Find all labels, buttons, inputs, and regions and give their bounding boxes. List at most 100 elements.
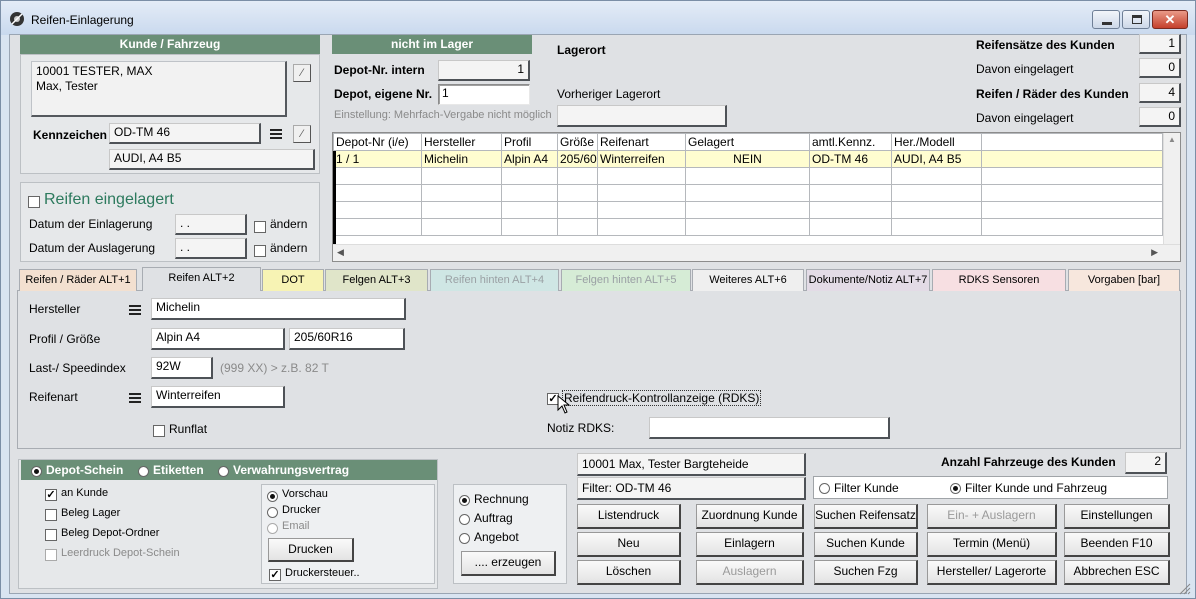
edit-vehicle-icon[interactable]: ⁄ [293,125,311,143]
sets-label: Reifensätze des Kunden [976,38,1115,52]
tab-1[interactable]: Reifen / Räder ALT+1 [19,269,137,291]
resize-grip-icon[interactable] [1177,581,1191,595]
type-label: Reifenart [29,390,78,404]
scroll-up-icon[interactable]: ▲ [1164,133,1180,147]
invoice-radio[interactable] [459,493,470,507]
print-button[interactable]: Drucken [268,538,354,562]
to-customer-checkbox[interactable]: ✓ [45,487,57,501]
depot-slip-radio[interactable] [31,464,42,478]
tab-8[interactable]: Dokumente/Notiz ALT+7 [806,269,930,291]
date-in-change-checkbox[interactable] [254,219,266,233]
to-customer-label: an Kunde [61,487,109,499]
rdks-note-field[interactable] [649,417,890,439]
table-row[interactable] [333,184,1163,202]
rdks-note-label: Notiz RDKS: [547,421,615,435]
stored-checkbox[interactable] [28,194,40,208]
type-field[interactable]: Winterreifen [151,386,285,408]
col-stored[interactable]: Gelagert [685,133,810,151]
tab-4[interactable]: Felgen ALT+3 [325,269,428,291]
col-depot[interactable]: Depot-Nr (i/e) [333,133,422,151]
printer-radio[interactable] [267,505,278,519]
list-print-button[interactable]: Listendruck [577,504,681,529]
size-field[interactable]: 205/60R16 [289,328,405,350]
tab-9[interactable]: RDKS Sensoren [932,269,1066,291]
customer-header: Kunde / Fahrzeug [20,35,320,54]
store-button[interactable]: Einlagern [696,532,804,557]
doc-folder-checkbox[interactable] [45,527,57,541]
tab-6[interactable]: Felgen hinten ALT+5 [561,269,691,291]
find-customer-button[interactable]: Suchen Kunde [814,532,918,557]
list-icon[interactable] [270,128,282,142]
col-plate[interactable]: amtl.Kennz. [809,133,892,151]
tab-5[interactable]: Reifen hinten ALT+4 [430,269,559,291]
filter-customer-vehicle-radio[interactable] [950,481,961,495]
date-out-field[interactable]: . . [175,238,247,259]
minimize-button[interactable] [1092,10,1120,29]
blank-print-checkbox[interactable] [45,547,57,561]
tab-10[interactable]: Vorgaben [bar] [1068,269,1180,291]
col-type[interactable]: Reifenart [597,133,686,151]
depot-internal-field[interactable]: 1 [438,60,530,81]
date-out-change-checkbox[interactable] [254,243,266,257]
doc-store-checkbox[interactable] [45,507,57,521]
close-button[interactable]: ✕ [1152,10,1188,29]
date-in-field[interactable]: . . [175,214,247,235]
find-tire-set-button[interactable]: Suchen Reifensatz [814,504,918,529]
create-button[interactable]: .... erzeugen [461,551,556,576]
vehicle-field[interactable]: AUDI, A4 B5 [109,149,315,170]
new-button[interactable]: Neu [577,532,681,557]
labels-radio[interactable] [138,464,149,478]
index-field[interactable]: 92W [151,357,213,379]
col-size[interactable]: Größe [557,133,598,151]
type-list-icon[interactable] [129,392,141,406]
offer-radio[interactable] [459,531,470,545]
sets-stored-value: 0 [1139,58,1181,78]
table-row[interactable]: 1 / 1 Michelin Alpin A4 205/60 Winterrei… [333,150,1163,168]
profile-field[interactable]: Alpin A4 [151,328,285,350]
assign-customer-button[interactable]: Zuordnung Kunde [696,504,804,529]
order-radio[interactable] [459,512,470,526]
delete-button[interactable]: Löschen [577,560,681,585]
tab-7[interactable]: Weiteres ALT+6 [692,269,804,291]
scroll-left-icon[interactable]: ◀ [337,247,344,258]
scroll-right-icon[interactable]: ▶ [1151,247,1158,258]
customer-address-line2: Max, Tester [36,79,98,93]
find-vehicle-button[interactable]: Suchen Fzg [814,560,918,585]
customer-address-box[interactable]: 10001 TESTER, MAX Max, Tester [31,61,287,117]
vertical-scrollbar[interactable]: ▲ [1163,133,1180,244]
cancel-button[interactable]: Abbrechen ESC [1064,560,1170,585]
tab-3[interactable]: DOT [262,269,324,291]
maker-location-button[interactable]: Hersteller/ Lagerorte [927,560,1057,585]
email-radio[interactable] [267,521,278,535]
quit-button[interactable]: Beenden F10 [1064,532,1170,557]
table-row[interactable] [333,201,1163,219]
col-model[interactable]: Her./Modell [891,133,982,151]
table-row[interactable] [333,167,1163,185]
edit-customer-icon[interactable]: ⁄ [293,64,311,82]
appointment-button[interactable]: Termin (Menü) [927,532,1057,557]
contract-radio[interactable] [218,464,229,478]
printer-control-checkbox[interactable]: ✓ [269,567,281,581]
sets-value: 1 [1139,34,1181,54]
table-row[interactable] [333,218,1163,236]
tire-app-icon [10,12,24,26]
depot-own-field[interactable]: 1 [438,84,530,105]
horizontal-scrollbar[interactable]: ◀ ▶ [333,244,1180,261]
col-maker[interactable]: Hersteller [421,133,502,151]
prev-location-field[interactable] [557,105,727,127]
plate-field[interactable]: OD-TM 46 [109,123,261,144]
filter-customer-radio[interactable] [819,481,830,495]
maker-field[interactable]: Michelin [151,298,406,320]
store-retrieve-button[interactable]: Ein- + Auslagern [927,504,1057,529]
runflat-checkbox[interactable] [153,423,165,437]
settings-button[interactable]: Einstellungen [1064,504,1170,529]
restore-button[interactable] [1122,10,1150,29]
preview-radio[interactable] [267,489,278,503]
tab-2[interactable]: Reifen ALT+2 [142,267,261,291]
retrieve-button[interactable]: Auslagern [696,560,804,585]
tires-table[interactable]: Depot-Nr (i/e) Hersteller Profil Größe R… [332,132,1181,262]
cell-depot: 1 / 1 [333,150,422,168]
col-profile[interactable]: Profil [501,133,558,151]
cell-maker: Michelin [421,150,502,168]
maker-list-icon[interactable] [129,304,141,318]
